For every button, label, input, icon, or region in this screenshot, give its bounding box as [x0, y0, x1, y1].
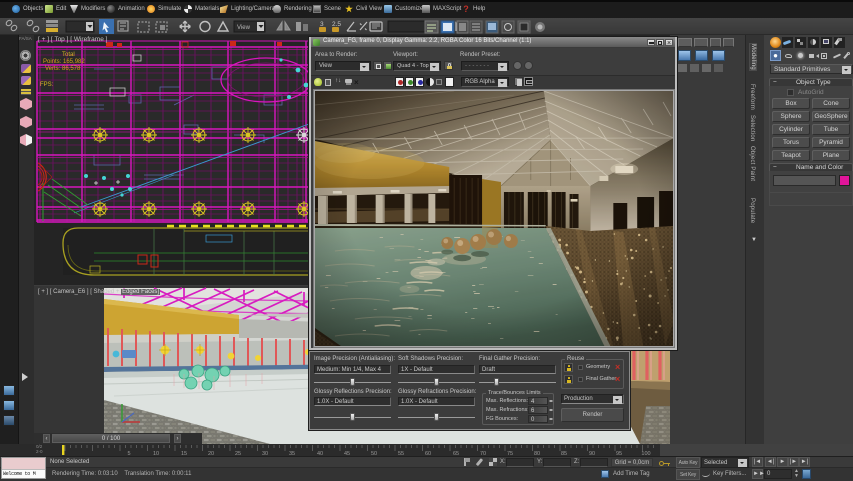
svg-text:View: View	[237, 25, 251, 31]
svg-text:2.5: 2.5	[332, 21, 341, 28]
svg-text:3: 3	[320, 21, 324, 28]
